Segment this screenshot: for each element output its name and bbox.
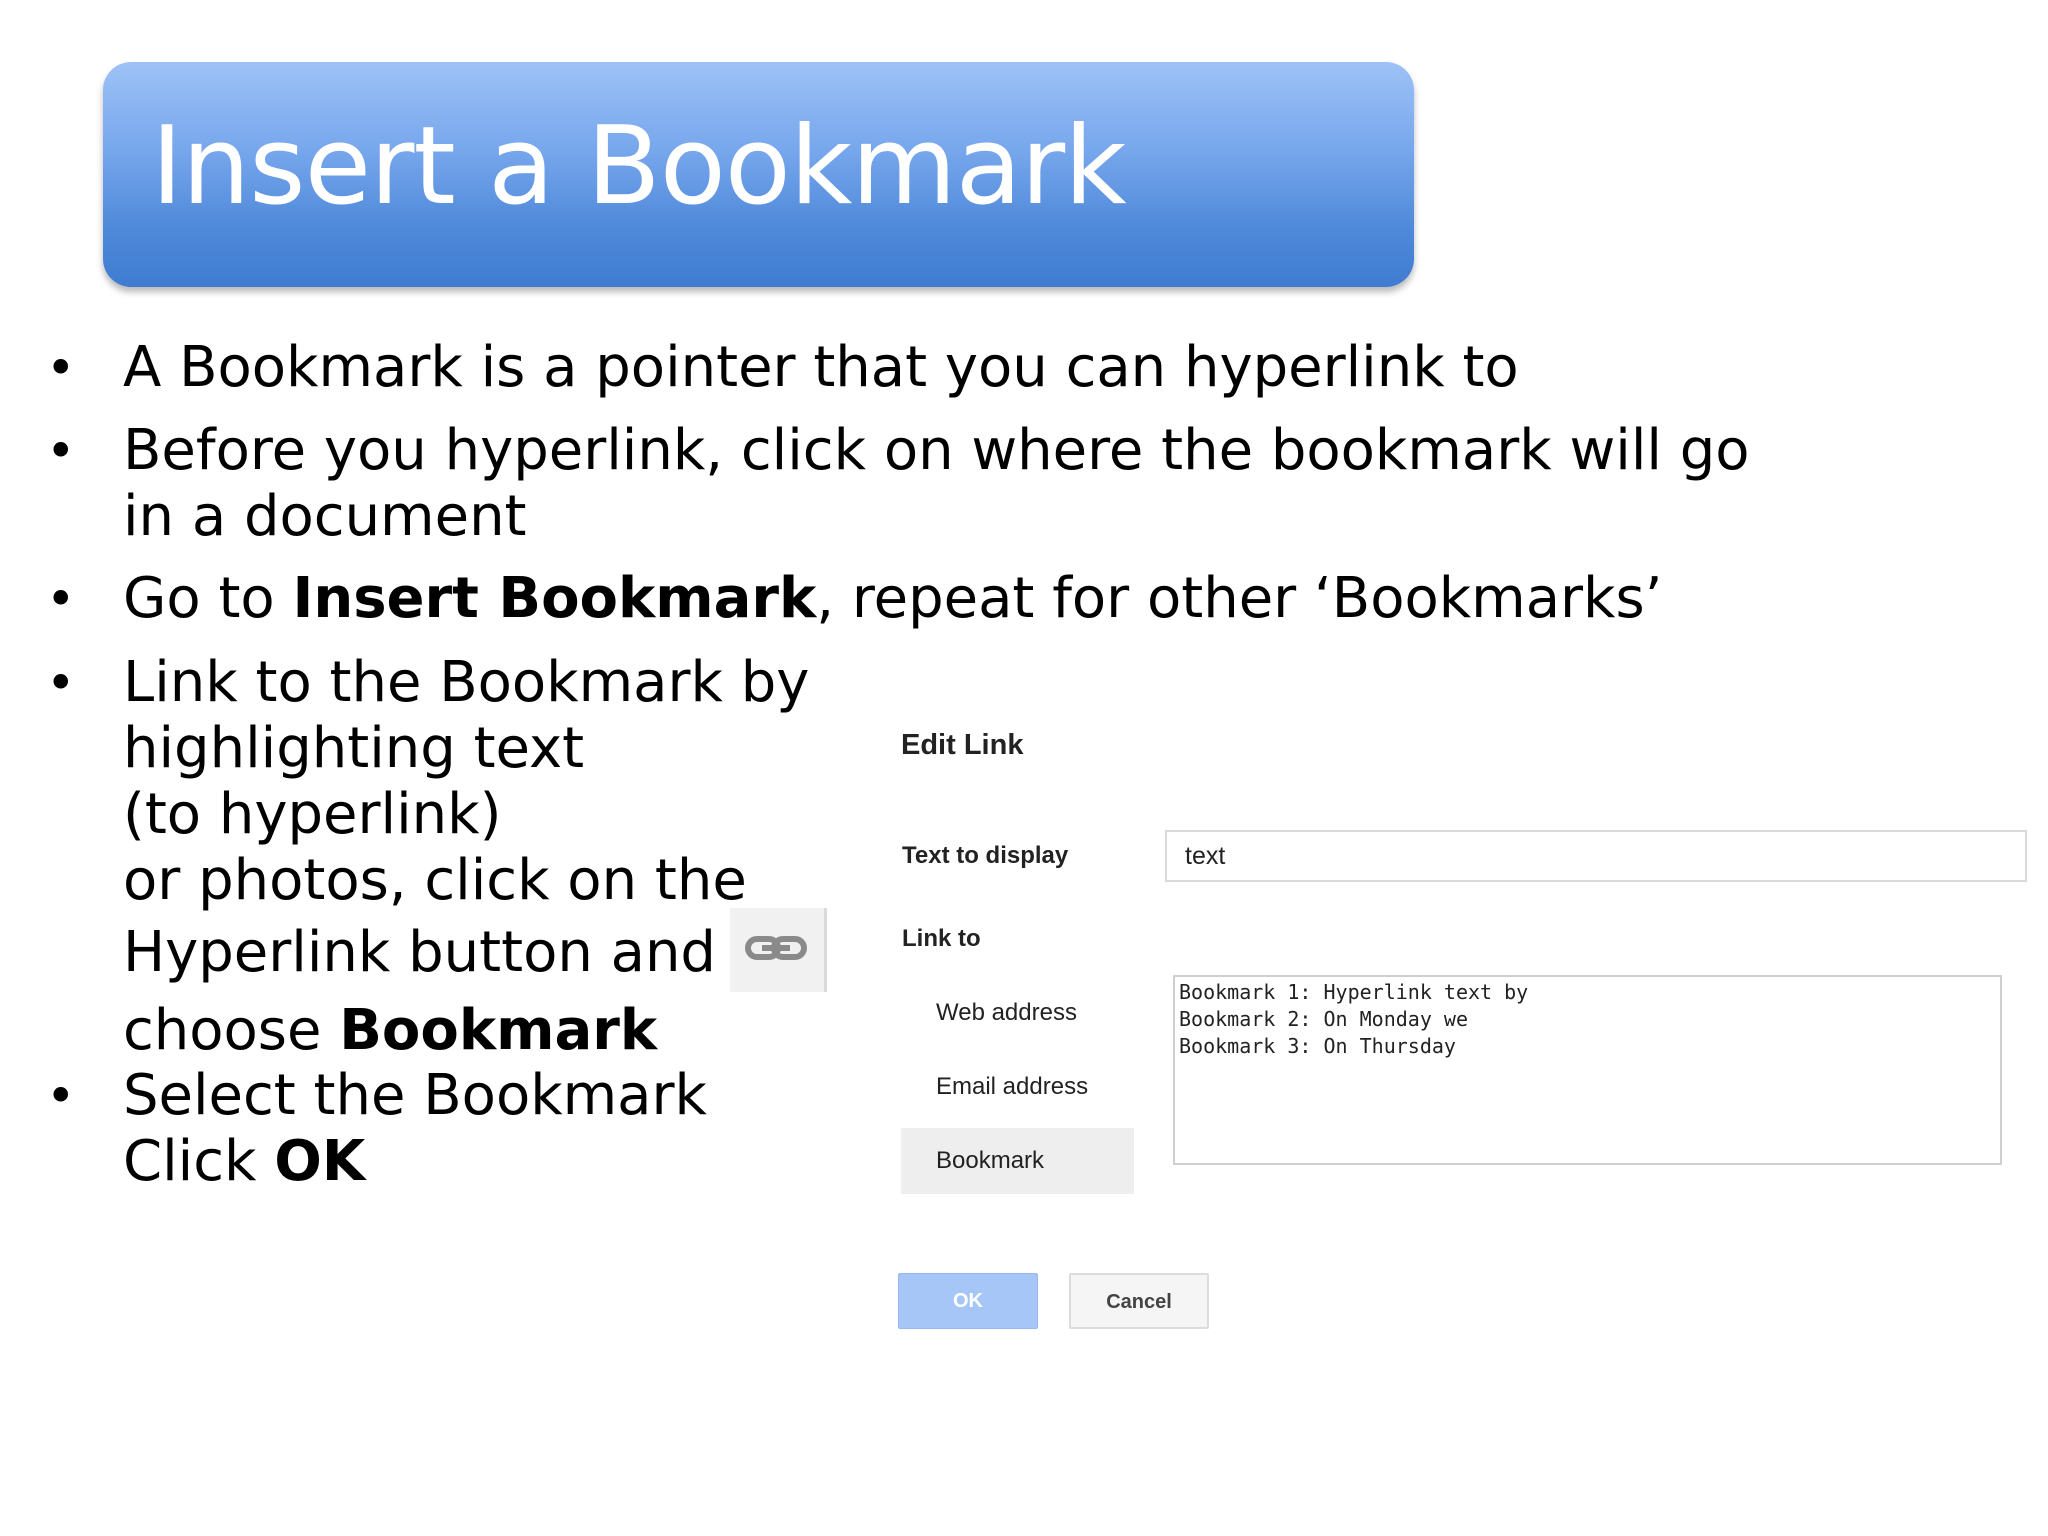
ok-button[interactable]: OK bbox=[898, 1273, 1038, 1329]
bullet-dot: • bbox=[46, 654, 76, 712]
bookmark-list[interactable]: Bookmark 1: Hyperlink text by Bookmark 2… bbox=[1173, 975, 2002, 1165]
bullet-4-line-6: choose Bookmark bbox=[123, 998, 827, 1064]
bullet-4-line-4: or photos, click on the bbox=[123, 848, 747, 913]
title-banner: Insert a Bookmark bbox=[103, 62, 1414, 287]
text-to-display-input[interactable] bbox=[1165, 830, 2027, 882]
bookmark-list-item[interactable]: Bookmark 3: On Thursday bbox=[1179, 1033, 1996, 1060]
bullet-5-line-1: Select the Bookmark bbox=[123, 1063, 707, 1128]
link-to-label: Link to bbox=[902, 925, 981, 952]
bullet-5-line-2-pre: Click bbox=[123, 1129, 275, 1194]
link-option-email-address[interactable]: Email address bbox=[901, 1054, 1134, 1120]
edit-link-dialog: Edit Link Text to display Link to Web ad… bbox=[895, 715, 2045, 1355]
bullet-dot: • bbox=[46, 570, 76, 628]
bullet-2-line-2: in a document bbox=[123, 484, 527, 549]
bullet-3-bold: Insert Bookmark bbox=[292, 566, 817, 631]
bullet-2-line-1: Before you hyperlink, click on where the… bbox=[123, 418, 1750, 483]
link-option-web-address[interactable]: Web address bbox=[901, 980, 1134, 1046]
text-to-display-label: Text to display bbox=[902, 842, 1069, 869]
bullet-3-pre: Go to bbox=[123, 566, 293, 631]
bookmark-list-item[interactable]: Bookmark 1: Hyperlink text by bbox=[1179, 979, 1996, 1006]
bullet-3-post: , repeat for other ‘Bookmarks’ bbox=[816, 566, 1663, 631]
dialog-title: Edit Link bbox=[901, 729, 1024, 761]
bullet-1-text: A Bookmark is a pointer that you can hyp… bbox=[123, 335, 1519, 400]
bullet-4-line-3: (to hyperlink) bbox=[123, 782, 502, 847]
bullet-5-line-2: Click OK bbox=[123, 1129, 707, 1195]
bullet-dot: • bbox=[46, 339, 76, 397]
bullet-4-line-1: Link to the Bookmark by bbox=[123, 650, 810, 715]
bullet-dot: • bbox=[46, 1067, 76, 1125]
bullet-4-line-2: highlighting text bbox=[123, 716, 585, 781]
bullet-4-line-5: Hyperlink button and bbox=[123, 908, 827, 998]
bookmark-list-item[interactable]: Bookmark 2: On Monday we bbox=[1179, 1006, 1996, 1033]
slide-title: Insert a Bookmark bbox=[151, 104, 1127, 229]
hyperlink-button[interactable] bbox=[729, 908, 827, 992]
bullet-3-text: Go to Insert Bookmark, repeat for other … bbox=[123, 566, 1662, 632]
link-chain-icon bbox=[744, 936, 807, 960]
bullet-5-line-2-bold: OK bbox=[274, 1129, 366, 1194]
bullet-dot: • bbox=[46, 422, 76, 480]
bullet-4-line-6-bold: Bookmark bbox=[339, 998, 658, 1063]
cancel-button[interactable]: Cancel bbox=[1069, 1273, 1209, 1329]
bullet-4-line-5-text: Hyperlink button and bbox=[123, 920, 716, 986]
bullet-4-line-6-pre: choose bbox=[123, 998, 340, 1063]
link-option-bookmark[interactable]: Bookmark bbox=[901, 1128, 1134, 1194]
